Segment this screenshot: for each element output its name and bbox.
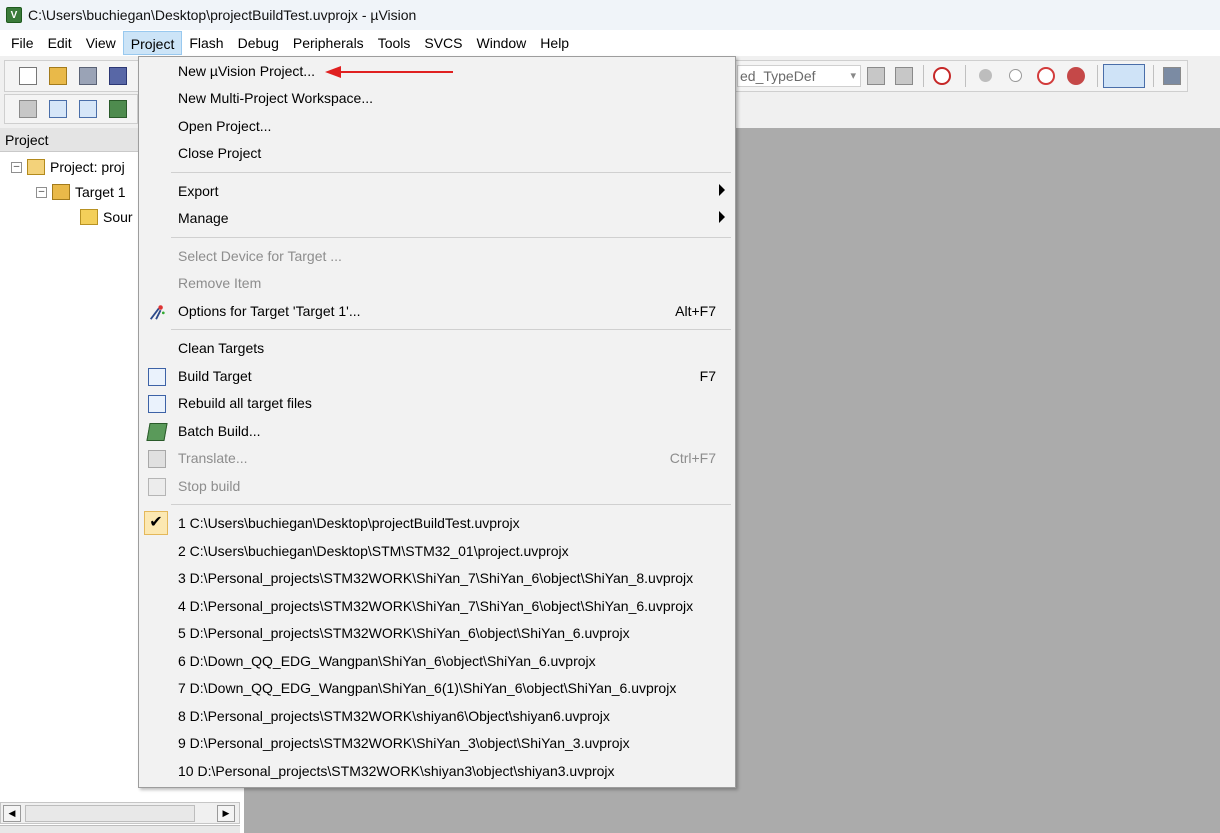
- submenu-arrow-icon: [719, 211, 725, 223]
- options-magic-wand-icon: [149, 305, 165, 320]
- menu-file[interactable]: File: [4, 31, 41, 55]
- menu-item-build-target[interactable]: Build Target F7: [139, 364, 735, 390]
- target-combo[interactable]: ed_TypeDef ▾: [737, 65, 861, 87]
- menu-item-rebuild-all[interactable]: Rebuild all target files: [139, 391, 735, 417]
- panel-tab-strip[interactable]: [0, 825, 240, 833]
- rebuild-icon: [148, 395, 166, 413]
- menu-item-close-project[interactable]: Close Project: [139, 141, 735, 167]
- menu-tools[interactable]: Tools: [371, 31, 418, 55]
- tree-root-label: Project: proj: [50, 159, 125, 175]
- toolbar-separator: [965, 65, 966, 87]
- recent-project-item[interactable]: 2 C:\Users\buchiegan\Desktop\STM\STM32_0…: [139, 539, 735, 565]
- window-layout-icon[interactable]: [1103, 64, 1145, 88]
- target-folder-icon: [52, 184, 70, 200]
- menu-separator: [171, 237, 731, 238]
- annotation-arrow-icon: [325, 66, 453, 78]
- build-icon[interactable]: [49, 100, 67, 118]
- menu-debug[interactable]: Debug: [231, 31, 286, 55]
- build-toolbar: [4, 94, 138, 124]
- menu-item-options-target[interactable]: Options for Target 'Target 1'... Alt+F7: [139, 299, 735, 325]
- debug-session-icon[interactable]: [933, 67, 951, 85]
- scroll-left-icon[interactable]: ◀: [3, 805, 21, 822]
- recent-project-item[interactable]: ✔ 1 C:\Users\buchiegan\Desktop\projectBu…: [139, 511, 735, 537]
- menu-item-select-device: Select Device for Target ...: [178, 248, 342, 264]
- window-title: C:\Users\buchiegan\Desktop\projectBuildT…: [28, 7, 417, 23]
- save-all-icon[interactable]: [109, 67, 127, 85]
- stop-build-icon: [148, 478, 166, 496]
- translate-icon[interactable]: [19, 100, 37, 118]
- menu-bar: File Edit View Project Flash Debug Perip…: [0, 30, 1220, 56]
- menu-item-remove-item: Remove Item: [178, 275, 262, 291]
- batch-build-icon: [146, 423, 168, 441]
- recent-project-item[interactable]: 4 D:\Personal_projects\STM32WORK\ShiYan_…: [139, 594, 735, 620]
- incremental-find-icon[interactable]: [895, 67, 913, 85]
- translate-icon: [148, 450, 166, 468]
- title-bar: V C:\Users\buchiegan\Desktop\projectBuil…: [0, 0, 1220, 30]
- menu-help[interactable]: Help: [533, 31, 576, 55]
- menu-item-new-workspace[interactable]: New Multi-Project Workspace...: [139, 86, 735, 112]
- collapse-icon[interactable]: –: [36, 186, 47, 198]
- scroll-track[interactable]: [25, 805, 195, 822]
- recent-project-item[interactable]: 3 D:\Personal_projects\STM32WORK\ShiYan_…: [139, 566, 735, 592]
- find-in-files-icon[interactable]: [867, 67, 885, 85]
- project-menu-dropdown: New µVision Project... New Multi-Project…: [138, 56, 736, 788]
- rebuild-icon[interactable]: [79, 100, 97, 118]
- recent-project-item[interactable]: 6 D:\Down_QQ_EDG_Wangpan\ShiYan_6\object…: [139, 649, 735, 675]
- recent-project-item[interactable]: 10 D:\Personal_projects\STM32WORK\shiyan…: [139, 759, 735, 785]
- tree-root-project[interactable]: – Project: proj: [11, 156, 125, 178]
- checkmark-icon: ✔: [144, 511, 168, 535]
- menu-item-clean-targets[interactable]: Clean Targets: [139, 336, 735, 362]
- kill-all-breakpoints-icon[interactable]: [1067, 67, 1085, 85]
- submenu-arrow-icon: [719, 184, 725, 196]
- tree-group-label: Sour: [103, 209, 133, 225]
- project-icon: [27, 159, 45, 175]
- recent-project-item[interactable]: 8 D:\Personal_projects\STM32WORK\shiyan6…: [139, 704, 735, 730]
- scroll-right-icon[interactable]: ▶: [217, 805, 235, 822]
- recent-project-item[interactable]: 9 D:\Personal_projects\STM32WORK\ShiYan_…: [139, 731, 735, 757]
- tree-target[interactable]: – Target 1: [36, 181, 126, 203]
- toolbar-separator: [1097, 65, 1098, 87]
- build-icon: [148, 368, 166, 386]
- disable-all-breakpoints-icon[interactable]: [1037, 67, 1055, 85]
- menu-separator: [171, 504, 731, 505]
- menu-item-manage[interactable]: Manage: [139, 206, 735, 232]
- menu-view[interactable]: View: [79, 31, 123, 55]
- target-combo-value: ed_TypeDef: [740, 68, 816, 84]
- menu-window[interactable]: Window: [470, 31, 534, 55]
- menu-project[interactable]: Project: [122, 31, 183, 55]
- menu-flash[interactable]: Flash: [182, 31, 230, 55]
- tree-target-label: Target 1: [75, 184, 126, 200]
- menu-separator: [171, 172, 731, 173]
- menu-item-stop-build: Stop build: [139, 474, 735, 500]
- breakpoint-icon[interactable]: [979, 69, 992, 82]
- collapse-icon[interactable]: –: [11, 161, 22, 173]
- new-file-icon[interactable]: [19, 67, 37, 85]
- menu-item-export[interactable]: Export: [139, 179, 735, 205]
- menu-item-translate: Translate... Ctrl+F7: [139, 446, 735, 472]
- menu-edit[interactable]: Edit: [41, 31, 79, 55]
- menu-peripherals[interactable]: Peripherals: [286, 31, 371, 55]
- horizontal-scrollbar[interactable]: ◀ ▶: [0, 802, 240, 824]
- uvision-app-icon: V: [6, 7, 22, 23]
- menu-item-open-project[interactable]: Open Project...: [139, 114, 735, 140]
- chevron-down-icon: ▾: [850, 70, 856, 82]
- batch-build-icon[interactable]: [109, 100, 127, 118]
- tree-source-group[interactable]: Sour: [80, 206, 133, 228]
- menu-separator: [171, 329, 731, 330]
- recent-project-item[interactable]: 5 D:\Personal_projects\STM32WORK\ShiYan_…: [139, 621, 735, 647]
- save-icon[interactable]: [79, 67, 97, 85]
- menu-item-batch-build[interactable]: Batch Build...: [139, 419, 735, 445]
- menu-svcs[interactable]: SVCS: [417, 31, 469, 55]
- wrench-icon[interactable]: [1163, 67, 1181, 85]
- recent-project-item[interactable]: 7 D:\Down_QQ_EDG_Wangpan\ShiYan_6(1)\Shi…: [139, 676, 735, 702]
- toolbar-separator: [923, 65, 924, 87]
- toolbar-separator: [1153, 65, 1154, 87]
- folder-icon: [80, 209, 98, 225]
- disable-breakpoint-icon[interactable]: [1009, 69, 1022, 82]
- open-folder-icon[interactable]: [49, 67, 67, 85]
